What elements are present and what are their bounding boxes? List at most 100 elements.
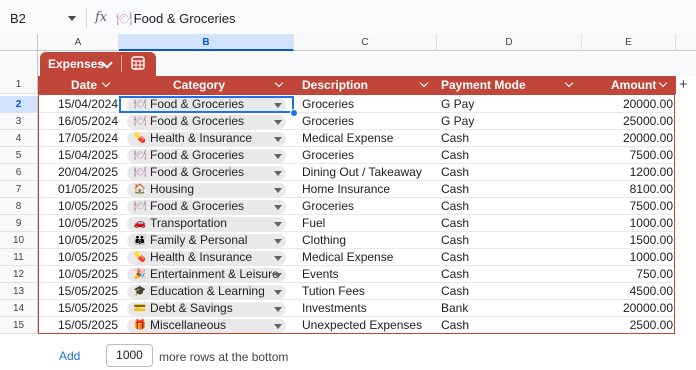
add-rows-button[interactable]: Add — [59, 349, 80, 363]
description-cell[interactable]: Investments — [302, 300, 367, 317]
description-cell[interactable]: Groceries — [302, 96, 354, 113]
category-dropdown-icon[interactable] — [274, 324, 282, 329]
date-cell[interactable]: 15/05/2025 — [40, 317, 118, 334]
date-cell[interactable]: 15/05/2025 — [40, 300, 118, 317]
amount-cell[interactable]: 1500.00 — [582, 232, 673, 249]
row-number[interactable]: 10 — [0, 232, 38, 249]
payment-mode-cell[interactable]: Cash — [441, 130, 469, 147]
payment-mode-cell[interactable]: Cash — [441, 249, 469, 266]
add-column-plus-icon[interactable]: + — [679, 77, 688, 92]
date-cell[interactable]: 10/05/2025 — [40, 232, 118, 249]
amount-cell[interactable]: 1000.00 — [582, 215, 673, 232]
amount-cell[interactable]: 8100.00 — [582, 181, 673, 198]
payment-mode-cell[interactable]: G Pay — [441, 96, 474, 113]
date-cell[interactable]: 16/05/2024 — [40, 113, 118, 130]
column-header-d[interactable]: D — [437, 34, 582, 51]
payment-mode-cell[interactable]: G Pay — [441, 113, 474, 130]
description-cell[interactable]: Groceries — [302, 147, 354, 164]
payment-mode-cell[interactable]: Cash — [441, 198, 469, 215]
date-cell[interactable]: 17/05/2024 — [40, 130, 118, 147]
payment-mode-cell[interactable]: Bank — [441, 300, 468, 317]
header-category[interactable]: Category — [173, 76, 225, 94]
description-cell[interactable]: Clothing — [302, 232, 346, 249]
amount-cell[interactable]: 7500.00 — [582, 198, 673, 215]
payment-mode-cell[interactable]: Cash — [441, 215, 469, 232]
category-dropdown-icon[interactable] — [274, 188, 282, 193]
date-cell[interactable]: 10/05/2025 — [40, 266, 118, 283]
row-number[interactable]: 8 — [0, 198, 38, 215]
header-amount[interactable]: Amount — [611, 76, 656, 94]
category-dropdown-icon[interactable] — [274, 205, 282, 210]
category-dropdown-icon[interactable] — [274, 273, 282, 278]
row-number[interactable]: 15 — [0, 317, 38, 334]
category-dropdown-icon[interactable] — [274, 103, 282, 108]
date-cell[interactable]: 15/04/2025 — [40, 147, 118, 164]
column-header-e[interactable]: E — [582, 34, 676, 51]
description-cell[interactable]: Groceries — [302, 113, 354, 130]
row-number[interactable]: 11 — [0, 249, 38, 266]
name-box-dropdown-icon[interactable] — [68, 16, 76, 21]
description-cell[interactable]: Home Insurance — [302, 181, 390, 198]
name-box[interactable]: B2 — [10, 11, 26, 26]
description-cell[interactable]: Fuel — [302, 215, 325, 232]
date-cell[interactable]: 15/05/2025 — [40, 283, 118, 300]
payment-mode-cell[interactable]: Cash — [441, 283, 469, 300]
header-description[interactable]: Description — [302, 76, 368, 94]
amount-cell[interactable]: 1200.00 — [582, 164, 673, 181]
amount-cell[interactable]: 2500.00 — [582, 317, 673, 334]
description-cell[interactable]: Dining Out / Takeaway — [302, 164, 422, 181]
row-number[interactable]: 7 — [0, 181, 38, 198]
payment-mode-cell[interactable]: Cash — [441, 147, 469, 164]
category-dropdown-icon[interactable] — [274, 256, 282, 261]
row-number[interactable]: 1 — [0, 76, 38, 94]
row-number[interactable]: 12 — [0, 266, 38, 283]
column-header-a[interactable]: A — [38, 34, 119, 51]
category-dropdown-icon[interactable] — [274, 222, 282, 227]
description-cell[interactable]: Tution Fees — [302, 283, 365, 300]
row-number[interactable]: 6 — [0, 164, 38, 181]
category-dropdown-icon[interactable] — [274, 290, 282, 295]
row-number[interactable]: 14 — [0, 300, 38, 317]
date-cell[interactable]: 10/05/2025 — [40, 215, 118, 232]
header-payment-mode[interactable]: Payment Mode — [441, 76, 526, 94]
category-dropdown-icon[interactable] — [274, 154, 282, 159]
fill-handle[interactable] — [290, 109, 298, 117]
description-cell[interactable]: Groceries — [302, 198, 354, 215]
category-dropdown-icon[interactable] — [274, 137, 282, 142]
amount-cell[interactable]: 7500.00 — [582, 147, 673, 164]
date-cell[interactable]: 01/05/2025 — [40, 181, 118, 198]
description-cell[interactable]: Medical Expense — [302, 249, 393, 266]
row-number[interactable]: 5 — [0, 147, 38, 164]
payment-mode-cell[interactable]: Cash — [441, 317, 469, 334]
column-header-c[interactable]: C — [294, 34, 437, 51]
payment-mode-cell[interactable]: Cash — [441, 181, 469, 198]
payment-mode-cell[interactable]: Cash — [441, 232, 469, 249]
amount-cell[interactable]: 25000.00 — [582, 113, 673, 130]
description-cell[interactable]: Medical Expense — [302, 130, 393, 147]
column-header-b[interactable]: B — [119, 34, 294, 51]
category-dropdown-icon[interactable] — [274, 239, 282, 244]
amount-cell[interactable]: 20000.00 — [582, 96, 673, 113]
date-cell[interactable]: 20/04/2025 — [40, 164, 118, 181]
amount-cell[interactable]: 750.00 — [582, 266, 673, 283]
formula-input[interactable]: 🍽 Food & Groceries — [116, 11, 236, 27]
payment-mode-cell[interactable]: Cash — [441, 164, 469, 181]
row-number[interactable]: 9 — [0, 215, 38, 232]
amount-cell[interactable]: 4500.00 — [582, 283, 673, 300]
row-number[interactable]: 13 — [0, 283, 38, 300]
payment-mode-cell[interactable]: Cash — [441, 266, 469, 283]
amount-cell[interactable]: 1000.00 — [582, 249, 673, 266]
description-cell[interactable]: Unexpected Expenses — [302, 317, 422, 334]
description-cell[interactable]: Events — [302, 266, 339, 283]
date-cell[interactable]: 10/05/2025 — [40, 249, 118, 266]
amount-cell[interactable]: 20000.00 — [582, 300, 673, 317]
calendar-table-view-icon[interactable] — [131, 56, 145, 70]
category-dropdown-icon[interactable] — [274, 120, 282, 125]
header-date[interactable]: Date — [71, 76, 97, 94]
date-cell[interactable]: 15/04/2024 — [40, 96, 118, 113]
row-number[interactable]: 2 — [0, 96, 38, 113]
category-dropdown-icon[interactable] — [274, 171, 282, 176]
row-number[interactable]: 3 — [0, 113, 38, 130]
amount-cell[interactable]: 20000.00 — [582, 130, 673, 147]
row-number[interactable]: 4 — [0, 130, 38, 147]
